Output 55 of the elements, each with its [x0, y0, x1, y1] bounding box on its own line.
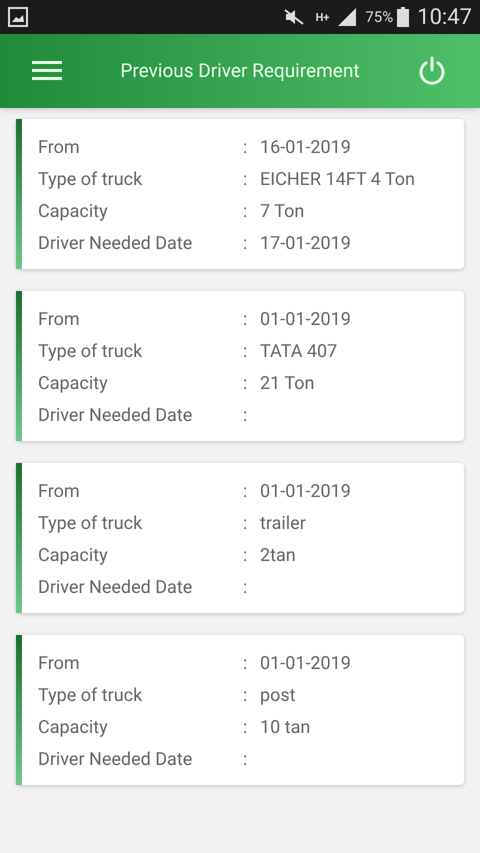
menu-icon — [32, 60, 62, 82]
field-label: Capacity — [38, 544, 109, 568]
separator: : — [243, 748, 248, 772]
separator: : — [243, 404, 248, 428]
field-value: 2tan — [260, 544, 296, 568]
clock: 10:47 — [417, 4, 472, 32]
field-label: Driver Needed Date — [38, 576, 194, 600]
field-label: From — [38, 136, 81, 160]
field-label: Driver Needed Date — [38, 232, 194, 256]
field-label: Capacity — [38, 716, 109, 740]
field-value: 01-01-2019 — [260, 652, 351, 676]
separator: : — [243, 340, 248, 364]
separator: : — [243, 544, 248, 568]
separator: : — [243, 232, 248, 256]
field-label: Capacity — [38, 200, 109, 224]
field-label: Type of truck — [38, 168, 144, 192]
power-icon — [417, 56, 447, 86]
field-value: 10 tan — [260, 716, 310, 740]
separator: : — [243, 168, 248, 192]
signal-icon — [337, 7, 358, 27]
picture-icon — [8, 7, 28, 27]
field-label: From — [38, 652, 81, 676]
field-value: 01-01-2019 — [260, 480, 351, 504]
separator: : — [243, 652, 248, 676]
separator: : — [243, 136, 248, 160]
field-value: 17-01-2019 — [260, 232, 351, 256]
separator: : — [243, 716, 248, 740]
field-label: Type of truck — [38, 512, 144, 536]
mute-icon — [284, 8, 304, 26]
field-value: TATA 407 — [260, 340, 338, 364]
field-value: 16-01-2019 — [260, 136, 351, 160]
field-label: Type of truck — [38, 340, 144, 364]
field-label: From — [38, 480, 81, 504]
field-label: Capacity — [38, 372, 109, 396]
separator: : — [243, 684, 248, 708]
separator: : — [243, 512, 248, 536]
battery-percent: 75% — [365, 6, 394, 28]
field-value: trailer — [260, 512, 306, 536]
field-value: 7 Ton — [260, 200, 304, 224]
field-label: From — [38, 308, 81, 332]
field-label: Driver Needed Date — [38, 404, 194, 428]
battery-icon — [397, 7, 410, 27]
field-label: Driver Needed Date — [38, 748, 194, 772]
separator: : — [243, 480, 248, 504]
field-value: post — [260, 684, 296, 708]
network-type: H+ — [316, 12, 330, 22]
separator: : — [243, 308, 248, 332]
field-label: Type of truck — [38, 684, 144, 708]
separator: : — [243, 372, 248, 396]
screen-title: Previous Driver Requirement — [119, 58, 361, 84]
field-value: EICHER 14FT 4 Ton — [260, 168, 415, 192]
field-value: 01-01-2019 — [260, 308, 351, 332]
separator: : — [243, 200, 248, 224]
field-value: 21 Ton — [260, 372, 314, 396]
separator: : — [243, 576, 248, 600]
